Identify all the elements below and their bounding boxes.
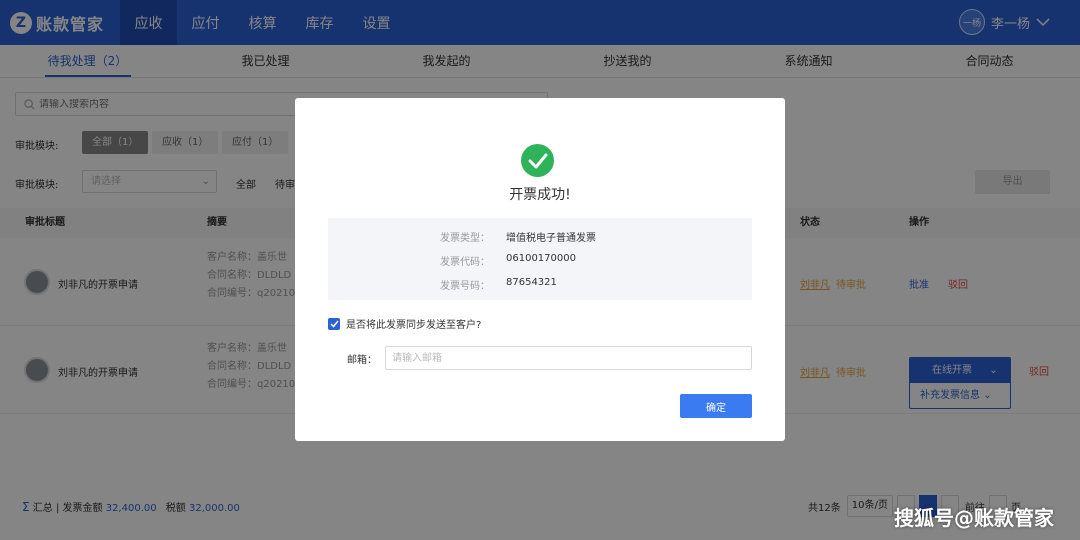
confirm-button[interactable]: 确定 xyxy=(680,394,752,418)
info-key: 发票号码： xyxy=(440,281,490,292)
success-check-icon xyxy=(521,144,554,177)
info-key: 发票代码： xyxy=(440,257,490,268)
info-value: 增值税电子普通发票 xyxy=(506,233,596,244)
info-key: 发票类型： xyxy=(440,233,490,244)
sync-checkbox-label[interactable]: 是否将此发票同步发送至客户? xyxy=(346,316,481,331)
invoice-info-panel: 发票类型： 增值税电子普通发票 发票代码： 06100170000 发票号码： … xyxy=(328,218,752,300)
sync-checkbox[interactable] xyxy=(328,318,340,330)
info-value: 87654321 xyxy=(506,277,557,288)
email-field[interactable] xyxy=(385,346,752,370)
check-icon xyxy=(329,320,339,328)
info-value: 06100170000 xyxy=(506,253,576,264)
dialog-title: 开票成功! xyxy=(509,187,571,203)
watermark: 搜狐号@账款管家 xyxy=(894,506,1054,530)
invoice-success-dialog: 开票成功! 发票类型： 增值税电子普通发票 发票代码： 06100170000 … xyxy=(295,98,785,441)
email-label: 邮箱： xyxy=(347,355,377,366)
